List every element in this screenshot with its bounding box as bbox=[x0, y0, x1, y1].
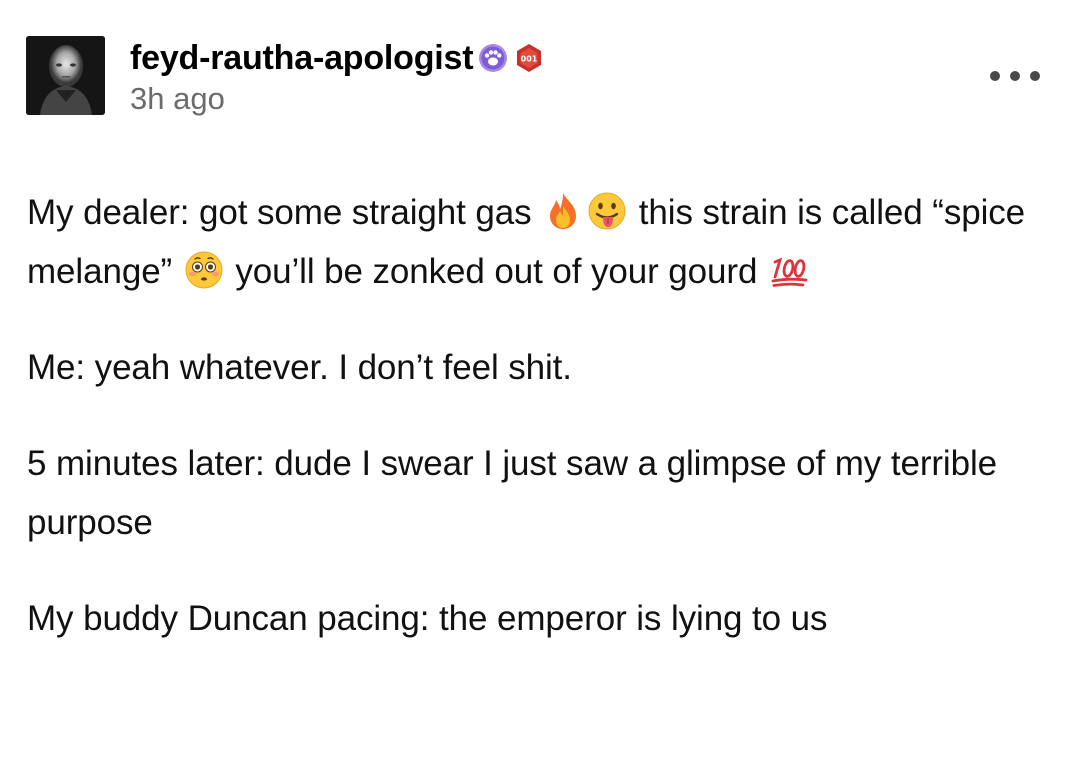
more-options-icon[interactable] bbox=[990, 66, 1040, 86]
username-row: feyd-rautha-apologist 001 bbox=[130, 36, 545, 80]
flushed-face-emoji-icon bbox=[184, 250, 224, 290]
more-dot bbox=[1030, 71, 1040, 81]
avatar[interactable] bbox=[26, 36, 105, 115]
post-paragraph: Me: yeah whatever. I don’t feel shit. bbox=[27, 348, 572, 387]
tongue-out-emoji-icon bbox=[587, 191, 627, 231]
fire-emoji-icon bbox=[543, 191, 583, 231]
post-paragraph: My buddy Duncan pacing: the emperor is l… bbox=[27, 599, 828, 638]
hexagon-number-badge-icon[interactable]: 001 bbox=[513, 42, 545, 74]
post-meta: feyd-rautha-apologist 001 3h ago bbox=[130, 36, 545, 118]
post-header: feyd-rautha-apologist 001 3h ago bbox=[26, 36, 1056, 116]
more-dot bbox=[990, 71, 1000, 81]
post-card: feyd-rautha-apologist 001 3h ago My deal… bbox=[0, 0, 1080, 758]
post-paragraph: My dealer: got some straight gas this st… bbox=[27, 183, 1057, 301]
paragraph-text: you’ll be zonked out of your gourd bbox=[225, 252, 767, 291]
paragraph-text: My dealer: got some straight gas bbox=[27, 193, 542, 232]
more-dot bbox=[1010, 71, 1020, 81]
post-body: My dealer: got some straight gas this st… bbox=[27, 183, 1057, 685]
username-link[interactable]: feyd-rautha-apologist bbox=[130, 36, 474, 80]
post-paragraph: 5 minutes later: dude I swear I just saw… bbox=[27, 444, 998, 542]
post-timestamp: 3h ago bbox=[130, 81, 225, 116]
hundred-points-emoji-icon bbox=[769, 250, 809, 290]
paw-print-badge-icon[interactable] bbox=[477, 42, 509, 74]
avatar-portrait-icon bbox=[26, 36, 105, 115]
badge-number: 001 bbox=[521, 55, 538, 64]
